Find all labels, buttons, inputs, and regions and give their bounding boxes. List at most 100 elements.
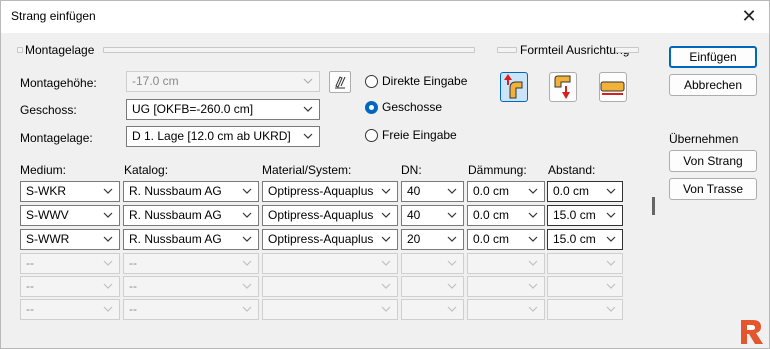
table-cell-insulation[interactable]: 0.0 cm bbox=[467, 229, 545, 250]
pick-height-icon bbox=[335, 76, 346, 89]
from-strand-button[interactable]: Von Strang bbox=[669, 150, 757, 172]
header-material: Material/System: bbox=[262, 163, 352, 177]
title-bar: Strang einfügen ✕ bbox=[1, 1, 769, 33]
radio-direct-input[interactable]: Direkte Eingabe bbox=[365, 73, 467, 89]
window-title: Strang einfügen bbox=[11, 9, 96, 23]
layer-combo[interactable]: D 1. Lage [12.0 cm ab UKRD] bbox=[126, 126, 320, 147]
chevron-down-icon bbox=[381, 230, 393, 249]
chevron-down-icon bbox=[528, 182, 540, 201]
radio-floors-label: Geschosse bbox=[382, 100, 443, 114]
insert-button[interactable]: Einfügen bbox=[669, 46, 757, 68]
cell-value: 0.0 cm bbox=[473, 208, 510, 222]
cell-value: -- bbox=[129, 279, 137, 293]
chevron-down-icon bbox=[606, 182, 618, 201]
table-cell-material[interactable]: Optipress-Aquaplus bbox=[262, 205, 398, 226]
height-combo: -17.0 cm bbox=[126, 71, 320, 92]
montage-group-label: Montagelage bbox=[25, 43, 95, 57]
table-cell-distance[interactable]: 0.0 cm bbox=[547, 181, 623, 202]
radio-direct-input-dot[interactable] bbox=[365, 74, 378, 88]
table-cell-medium: -- bbox=[20, 299, 120, 320]
floor-combo[interactable]: UG [OKFB=-260.0 cm] bbox=[126, 99, 320, 120]
table-cell-catalog: -- bbox=[123, 299, 259, 320]
cell-value: 15.0 cm bbox=[553, 232, 596, 246]
close-icon[interactable]: ✕ bbox=[737, 5, 761, 27]
table-cell-catalog[interactable]: R. Nussbaum AG bbox=[123, 181, 259, 202]
chevron-down-icon bbox=[381, 277, 393, 296]
cell-value: Optipress-Aquaplus bbox=[268, 232, 374, 246]
chevron-down-icon bbox=[381, 254, 393, 273]
table-cell-dn bbox=[401, 276, 464, 297]
table-cell-medium[interactable]: S-WKR bbox=[20, 181, 120, 202]
header-medium: Medium: bbox=[20, 163, 67, 177]
table-cell-dn[interactable]: 40 bbox=[401, 205, 464, 226]
group-divider-left bbox=[17, 47, 23, 53]
chevron-down-icon bbox=[242, 300, 254, 319]
chevron-down-icon bbox=[447, 254, 459, 273]
table-cell-medium[interactable]: S-WWV bbox=[20, 205, 120, 226]
table-cell-insulation[interactable]: 0.0 cm bbox=[467, 205, 545, 226]
table-cell-distance[interactable]: 15.0 cm bbox=[547, 229, 623, 250]
table-cell-distance bbox=[547, 299, 623, 320]
table-cell-material[interactable]: Optipress-Aquaplus bbox=[262, 181, 398, 202]
from-route-button[interactable]: Von Trasse bbox=[669, 178, 757, 200]
cell-value: -- bbox=[26, 279, 34, 293]
chevron-down-icon bbox=[303, 127, 315, 146]
chevron-down-icon bbox=[447, 300, 459, 319]
header-catalog: Katalog: bbox=[124, 163, 169, 177]
table-cell-dn[interactable]: 40 bbox=[401, 181, 464, 202]
layer-label: Montagelage: bbox=[20, 131, 93, 145]
radio-free-input-dot[interactable] bbox=[365, 128, 378, 142]
orientation-down-button[interactable] bbox=[549, 72, 577, 102]
table-cell-insulation[interactable]: 0.0 cm bbox=[467, 181, 545, 202]
table-cell-catalog[interactable]: R. Nussbaum AG bbox=[123, 205, 259, 226]
table-cell-insulation bbox=[467, 276, 545, 297]
radio-free-input[interactable]: Freie Eingabe bbox=[365, 127, 457, 143]
chevron-down-icon bbox=[242, 254, 254, 273]
table-cell-material bbox=[262, 276, 398, 297]
adopt-label: Übernehmen bbox=[669, 132, 739, 146]
orientation-straight-button[interactable] bbox=[599, 72, 627, 102]
dialog-window: Strang einfügen ✕ Montagelage Formteil A… bbox=[0, 0, 770, 349]
table-cell-distance[interactable]: 15.0 cm bbox=[547, 205, 623, 226]
table-cell-distance bbox=[547, 276, 623, 297]
cell-value: S-WWV bbox=[26, 208, 69, 222]
radio-floors-dot[interactable] bbox=[365, 100, 378, 114]
chevron-down-icon bbox=[606, 206, 618, 225]
cell-value: S-WKR bbox=[26, 184, 66, 198]
chevron-down-icon bbox=[528, 277, 540, 296]
cell-value: -- bbox=[129, 302, 137, 316]
cell-value: -- bbox=[26, 256, 34, 270]
chevron-down-icon bbox=[103, 182, 115, 201]
table-cell-catalog[interactable]: R. Nussbaum AG bbox=[123, 229, 259, 250]
radio-free-input-label: Freie Eingabe bbox=[382, 128, 457, 142]
cell-value: -- bbox=[129, 256, 137, 270]
table-cell-medium[interactable]: S-WWR bbox=[20, 229, 120, 250]
table-scrollbar[interactable] bbox=[652, 197, 655, 215]
chevron-down-icon bbox=[447, 230, 459, 249]
table-cell-dn bbox=[401, 299, 464, 320]
cancel-button[interactable]: Abbrechen bbox=[669, 74, 757, 96]
table-cell-material bbox=[262, 299, 398, 320]
chevron-down-icon bbox=[242, 182, 254, 201]
table-cell-dn[interactable]: 20 bbox=[401, 229, 464, 250]
pick-height-button[interactable] bbox=[329, 71, 351, 93]
table-cell-material[interactable]: Optipress-Aquaplus bbox=[262, 229, 398, 250]
cell-value: 40 bbox=[407, 208, 421, 222]
cell-value: S-WWR bbox=[26, 232, 70, 246]
chevron-down-icon bbox=[447, 206, 459, 225]
chevron-down-icon bbox=[606, 300, 618, 319]
cell-value: -- bbox=[26, 302, 34, 316]
orientation-divider-right bbox=[615, 47, 639, 53]
table-cell-medium: -- bbox=[20, 276, 120, 297]
header-dn: DN: bbox=[401, 163, 422, 177]
cell-value: R. Nussbaum AG bbox=[129, 232, 222, 246]
chevron-down-icon bbox=[528, 230, 540, 249]
radio-floors[interactable]: Geschosse bbox=[365, 99, 442, 115]
chevron-down-icon bbox=[242, 230, 254, 249]
chevron-down-icon bbox=[242, 277, 254, 296]
chevron-down-icon bbox=[606, 230, 618, 249]
cell-value: 0.0 cm bbox=[473, 184, 510, 198]
orientation-up-button[interactable] bbox=[500, 72, 528, 102]
table-cell-insulation bbox=[467, 253, 545, 274]
chevron-down-icon bbox=[606, 254, 618, 273]
